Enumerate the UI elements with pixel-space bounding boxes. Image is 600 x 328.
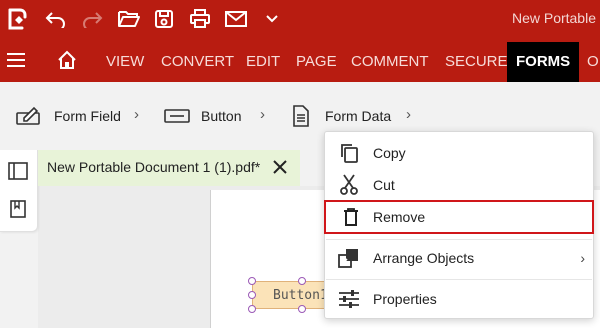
arrange-icon (337, 246, 361, 270)
menu-separator (326, 279, 592, 280)
menu-item-arrange-objects[interactable]: Arrange Objects › (325, 241, 593, 275)
menu-item-label: Copy (373, 145, 406, 161)
app-logo-icon[interactable] (4, 0, 30, 38)
trash-icon (339, 205, 363, 229)
menu-item-remove[interactable]: Remove (324, 200, 594, 234)
tab-overflow[interactable]: O (587, 42, 599, 82)
menu-item-label: Cut (373, 177, 395, 193)
home-icon[interactable] (54, 38, 80, 82)
form-field-button[interactable]: Form Field (16, 82, 121, 150)
button-field-button[interactable]: Button (164, 82, 241, 150)
hamburger-menu-icon[interactable] (4, 38, 28, 82)
undo-icon[interactable] (42, 0, 70, 38)
save-icon[interactable] (152, 0, 176, 38)
resize-handle[interactable] (248, 277, 256, 285)
resize-handle[interactable] (298, 277, 306, 285)
panel-toggle-icon[interactable] (6, 159, 30, 183)
bookmark-icon[interactable] (6, 197, 30, 221)
menu-item-label: Arrange Objects (373, 250, 475, 266)
sliders-icon (337, 287, 361, 311)
tab-comment[interactable]: COMMENT (351, 42, 429, 82)
button-field-label: Button (201, 108, 242, 124)
print-icon[interactable] (187, 0, 213, 38)
redo-icon[interactable] (78, 0, 106, 38)
tab-secure[interactable]: SECURE (445, 42, 508, 82)
side-panel (0, 150, 38, 232)
chevron-right-icon: › (260, 106, 265, 123)
form-field-label: Form Field (54, 108, 121, 124)
tab-edit[interactable]: EDIT (246, 42, 280, 82)
menu-item-copy[interactable]: Copy (325, 136, 593, 170)
close-icon[interactable] (270, 157, 290, 177)
tab-view[interactable]: VIEW (106, 42, 144, 82)
open-folder-icon[interactable] (116, 0, 142, 38)
context-menu: Copy Cut Remove Arrange Objects › Proper… (324, 131, 594, 319)
email-icon[interactable] (223, 0, 249, 38)
menu-bar: VIEW CONVERT EDIT PAGE COMMENT SECURE FO… (0, 38, 600, 82)
window-title: New Portable (511, 10, 596, 26)
copy-icon (337, 141, 361, 165)
form-data-icon (292, 105, 310, 127)
scissors-icon (337, 173, 361, 197)
title-bar: New Portable (0, 0, 600, 38)
menu-item-label: Properties (373, 291, 437, 307)
button-field-icon (164, 108, 190, 124)
form-data-label: Form Data (325, 108, 392, 124)
form-field-icon (16, 106, 42, 126)
document-tab[interactable]: New Portable Document 1 (1).pdf* (38, 150, 300, 186)
tab-page[interactable]: PAGE (296, 42, 337, 82)
menu-item-label: Remove (373, 209, 426, 225)
chevron-down-icon[interactable] (262, 0, 282, 38)
menu-item-properties[interactable]: Properties (325, 282, 593, 316)
menu-item-cut[interactable]: Cut (325, 168, 593, 202)
tab-forms[interactable]: FORMS (507, 42, 580, 82)
resize-handle[interactable] (298, 305, 306, 313)
chevron-right-icon: › (580, 250, 585, 266)
chevron-right-icon: › (134, 106, 139, 123)
tab-convert[interactable]: CONVERT (161, 42, 234, 82)
resize-handle[interactable] (248, 291, 256, 299)
menu-separator (326, 239, 592, 240)
document-tab-title: New Portable Document 1 (1).pdf* (47, 159, 261, 175)
resize-handle[interactable] (248, 305, 256, 313)
